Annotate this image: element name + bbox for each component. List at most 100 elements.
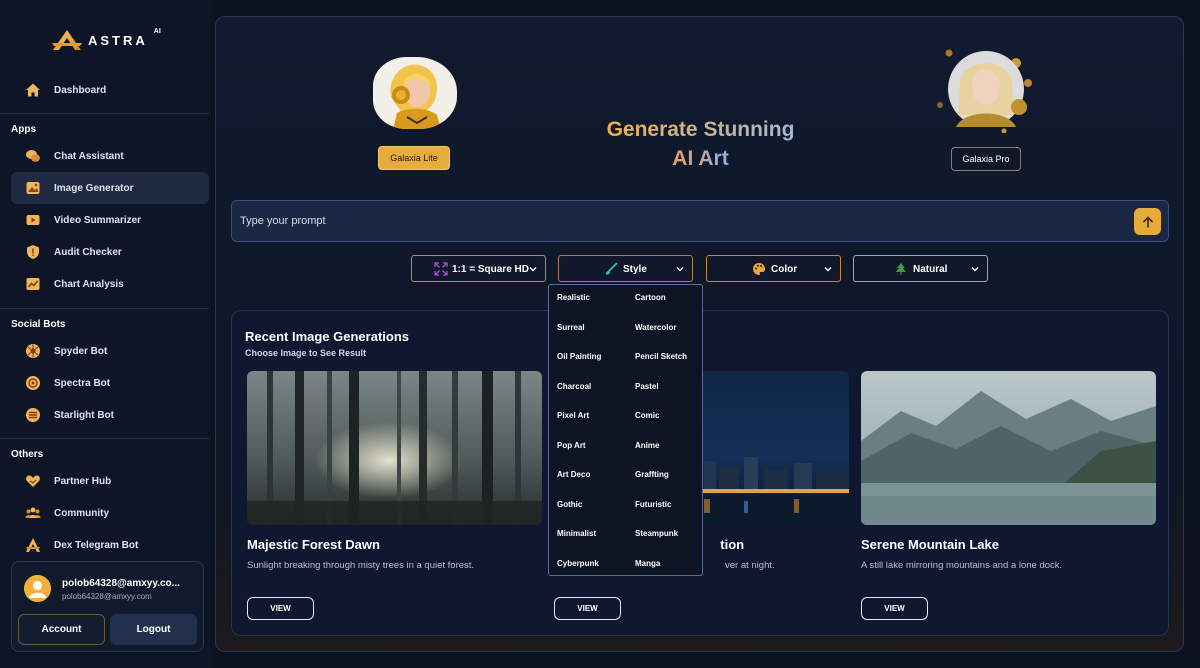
logout-button[interactable]: Logout [110, 614, 197, 645]
chevron-down-icon [971, 267, 979, 272]
shield-icon [24, 244, 41, 261]
style-option[interactable]: Charcoal [557, 382, 591, 391]
style-option[interactable]: Pastel [635, 382, 659, 391]
hero-title-line1: Generate Stunning [606, 118, 795, 141]
galaxia-lite-avatar[interactable] [373, 57, 457, 129]
chevron-down-icon [529, 267, 537, 272]
user-card: polob64328@amxyy.co... polob64328@amxyy.… [11, 561, 204, 652]
account-button[interactable]: Account [18, 614, 105, 645]
spider-icon [24, 343, 41, 360]
sidebar-item-label: Audit Checker [54, 246, 122, 258]
select-label: Natural [913, 264, 948, 275]
sidebar-item-label: Video Summarizer [54, 214, 142, 226]
sidebar-item-video-summarizer[interactable]: Video Summarizer [11, 204, 209, 236]
section-subtitle: Choose Image to See Result [245, 348, 367, 358]
astra-logo-icon [52, 30, 82, 50]
sidebar-item-starlight-bot[interactable]: Starlight Bot [11, 399, 209, 431]
style-option[interactable]: Surreal [557, 323, 585, 332]
chart-icon [24, 276, 41, 293]
sidebar-item-dashboard[interactable]: Dashboard [11, 74, 209, 106]
style-option[interactable]: Watercolor [635, 323, 677, 332]
card-description: A still lake mirroring mountains and a l… [861, 560, 1063, 571]
community-icon [24, 505, 41, 522]
sidebar-item-community[interactable]: Community [11, 497, 209, 529]
view-button[interactable]: VIEW [861, 597, 928, 620]
sidebar-item-chart-analysis[interactable]: Chart Analysis [11, 268, 209, 300]
sidebar-item-label: Image Generator [54, 182, 134, 194]
sidebar-item-spectra-bot[interactable]: Spectra Bot [11, 367, 209, 399]
astra-logo-icon [24, 537, 41, 554]
starlight-icon [24, 407, 41, 424]
select-label: 1:1 = Square HD [452, 264, 529, 275]
sidebar-item-label: Chat Assistant [54, 150, 124, 162]
expand-icon [434, 262, 448, 276]
style-option[interactable]: Minimalist [557, 529, 596, 538]
style-option[interactable]: Steampunk [635, 529, 678, 538]
style-option[interactable]: Oil Painting [557, 352, 601, 361]
chevron-down-icon [824, 267, 832, 272]
style-option[interactable]: Futuristic [635, 500, 671, 509]
hero-title: Generate Stunning AI Art [556, 115, 845, 173]
hero-title-line2: AI Art [672, 147, 729, 170]
select-label: Color [771, 264, 798, 275]
galaxia-pro-button[interactable]: Galaxia Pro [951, 147, 1021, 171]
sidebar-item-label: Community [54, 507, 109, 519]
aspect-ratio-select[interactable]: 1:1 = Square HD [411, 255, 546, 282]
view-button[interactable]: VIEW [554, 597, 621, 620]
sidebar-item-partner-hub[interactable]: Partner Hub [11, 465, 209, 497]
sidebar-item-label: Chart Analysis [54, 278, 124, 290]
style-option[interactable]: Pop Art [557, 441, 586, 450]
home-icon [24, 82, 41, 99]
style-option[interactable]: Pixel Art [557, 411, 589, 420]
brush-icon [606, 262, 618, 275]
style-option[interactable]: Cyberpunk [557, 559, 599, 568]
style-option[interactable]: Anime [635, 441, 659, 450]
user-name: polob64328@amxyy.co... [62, 578, 180, 589]
style-option[interactable]: Art Deco [557, 470, 590, 479]
sidebar-item-audit-checker[interactable]: Audit Checker [11, 236, 209, 268]
style-option[interactable]: Cartoon [635, 293, 666, 302]
sidebar-item-label: Dashboard [54, 84, 107, 96]
prompt-box [231, 200, 1169, 242]
select-label: Style [623, 264, 647, 275]
avatar[interactable] [24, 575, 51, 602]
chevron-down-icon [676, 267, 684, 272]
forest-image[interactable] [247, 371, 542, 525]
galaxia-pro-avatar[interactable] [934, 45, 1038, 134]
style-option[interactable]: Pencil Sketch [635, 352, 687, 361]
heart-handshake-icon [24, 473, 41, 490]
brand-suffix: AI [153, 28, 161, 35]
card-title: Majestic Forest Dawn [247, 537, 380, 552]
style-select[interactable]: Style [558, 255, 693, 282]
view-button[interactable]: VIEW [247, 597, 314, 620]
sidebar-item-dex-telegram-bot[interactable]: Dex Telegram Bot [11, 529, 209, 561]
sidebar-item-label: Dex Telegram Bot [54, 539, 139, 551]
card-title: Serene Mountain Lake [861, 537, 999, 552]
galaxia-lite-button[interactable]: Galaxia Lite [378, 146, 450, 170]
arrow-up-icon [1142, 215, 1153, 228]
divider [0, 438, 209, 439]
sidebar-item-spyder-bot[interactable]: Spyder Bot [11, 335, 209, 367]
section-title-social-bots: Social Bots [11, 319, 66, 330]
style-option[interactable]: Gothic [557, 500, 582, 509]
style-option[interactable]: Realistic [557, 293, 590, 302]
sidebar-item-image-generator[interactable]: Image Generator [11, 172, 209, 204]
nature-select[interactable]: Natural [853, 255, 988, 282]
video-icon [24, 212, 41, 229]
mountain-lake-image[interactable] [861, 371, 1156, 525]
divider [0, 308, 209, 309]
prompt-input[interactable] [240, 201, 1120, 241]
brand-name: ASTRA [88, 32, 148, 48]
color-select[interactable]: Color [706, 255, 841, 282]
image-icon [24, 180, 41, 197]
sidebar-item-label: Partner Hub [54, 475, 112, 487]
style-option[interactable]: Comic [635, 411, 659, 420]
section-title: Recent Image Generations [245, 329, 409, 344]
card-description: Sunlight breaking through misty trees in… [247, 560, 475, 571]
brand-logo[interactable]: ASTRA AI [50, 28, 161, 52]
style-option[interactable]: Manga [635, 559, 660, 568]
sidebar-item-chat-assistant[interactable]: Chat Assistant [11, 140, 209, 172]
style-option[interactable]: Graffting [635, 470, 669, 479]
sidebar-item-label: Starlight Bot [54, 409, 114, 421]
send-button[interactable] [1134, 208, 1161, 235]
